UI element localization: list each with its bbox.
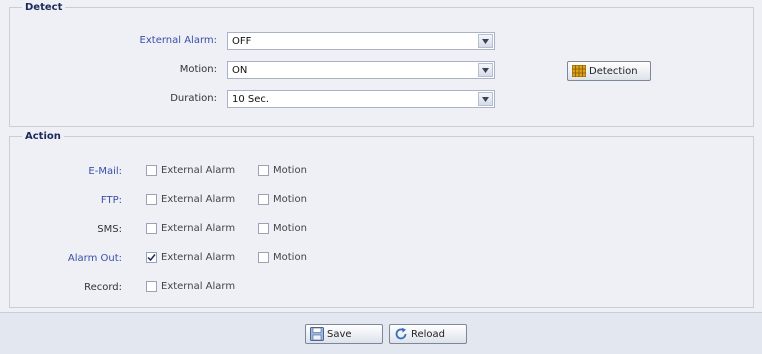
chevron-down-icon[interactable] [478,92,493,106]
alarm-out-external-alarm-checkbox[interactable] [146,252,157,263]
email-external-alarm-label: External Alarm [161,165,236,176]
ftp-motion-checkbox[interactable] [258,194,269,205]
detect-legend: Detect [25,2,63,13]
duration-label: Duration: [170,93,217,104]
ftp-external-alarm-checkbox[interactable] [146,194,157,205]
sms-label: SMS: [97,224,122,235]
external-alarm-label: External Alarm: [139,35,217,46]
alarm-out-motion-checkbox[interactable] [258,252,269,263]
save-button[interactable]: Save [305,324,383,344]
alarm-out-motion-label: Motion [273,252,307,263]
motion-select[interactable]: ON [227,61,495,79]
external-alarm-value: OFF [232,36,252,47]
external-alarm-select[interactable]: OFF [227,32,495,50]
grid-icon [572,65,586,77]
reload-button[interactable]: Reload [389,324,467,344]
action-legend: Action [25,131,61,142]
sms-external-alarm-checkbox[interactable] [146,223,157,234]
checkmark-icon [147,254,156,262]
record-label: Record: [84,282,122,293]
chevron-down-icon[interactable] [478,63,493,77]
duration-select[interactable]: 10 Sec. [227,90,495,108]
motion-label: Motion: [179,64,217,75]
alarm-settings-page: Detect External Alarm: OFF Motion: ON De… [0,0,762,354]
ftp-label: FTP: [100,195,122,206]
floppy-disk-icon [310,327,324,341]
ftp-external-alarm-label: External Alarm [161,194,236,205]
email-label: E-Mail: [88,166,122,177]
record-external-alarm-checkbox[interactable] [146,281,157,292]
chevron-down-icon[interactable] [478,34,493,48]
sms-motion-label: Motion [273,223,307,234]
duration-value: 10 Sec. [232,94,270,105]
refresh-icon [394,327,408,341]
email-external-alarm-checkbox[interactable] [146,165,157,176]
ftp-motion-label: Motion [273,194,307,205]
motion-value: ON [232,65,248,76]
detection-button[interactable]: Detection [567,61,651,81]
email-motion-label: Motion [273,165,307,176]
sms-motion-checkbox[interactable] [258,223,269,234]
sms-external-alarm-label: External Alarm [161,223,236,234]
save-button-label: Save [327,328,352,340]
alarm-out-label: Alarm Out: [67,253,122,264]
email-motion-checkbox[interactable] [258,165,269,176]
alarm-out-external-alarm-label: External Alarm [161,252,236,263]
record-external-alarm-label: External Alarm [161,281,236,292]
reload-button-label: Reload [411,328,446,340]
detection-button-label: Detection [589,65,638,77]
